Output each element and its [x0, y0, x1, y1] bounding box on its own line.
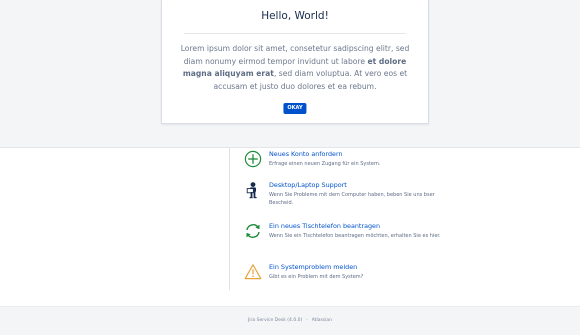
footer-separator: ·: [306, 318, 308, 323]
request-type-description: Wenn Sie ein Tischtelefon beantragen möc…: [269, 233, 441, 239]
request-type-desk-phone[interactable]: Ein neues Tischtelefon beantragen Wenn S…: [244, 222, 454, 250]
dialog-title: Hello, World!: [261, 10, 329, 22]
column-divider: [229, 148, 230, 290]
refresh-arrows-icon: [244, 222, 262, 240]
dialog-divider: [184, 33, 406, 34]
person-computer-icon: [244, 181, 262, 199]
request-type-title[interactable]: Desktop/Laptop Support: [269, 181, 347, 189]
okay-button[interactable]: OKAY: [283, 103, 307, 114]
dialog-body: Lorem ipsum dolor sit amet, consetetur s…: [178, 43, 412, 93]
request-type-new-account[interactable]: Neues Konto anfordern Erfrage einen neue…: [244, 150, 454, 170]
request-type-system-problem[interactable]: Ein Systemproblem melden Gibt es ein Pro…: [244, 263, 454, 285]
request-type-title[interactable]: Ein neues Tischtelefon beantragen: [269, 222, 380, 230]
request-type-title[interactable]: Neues Konto anfordern: [269, 150, 343, 158]
request-type-description: Erfrage einen neuen Zugang für ein Syste…: [269, 161, 381, 167]
plus-circle-icon: [244, 150, 262, 168]
request-type-description: Gibt es ein Problem mit dem System?: [269, 274, 364, 280]
warning-triangle-icon: [244, 263, 262, 281]
request-type-title[interactable]: Ein Systemproblem melden: [269, 263, 357, 271]
footer: Jira Service Desk (4.0.0) · Atlassian: [0, 306, 580, 331]
request-type-desktop-support[interactable]: Desktop/Laptop Support Wenn Sie Probleme…: [244, 181, 454, 209]
footer-product-link[interactable]: Jira Service Desk (4.0.0): [248, 318, 302, 323]
request-type-description: Wenn Sie Probleme mit dem Computer haben…: [269, 192, 435, 206]
footer-vendor-link[interactable]: Atlassian: [312, 318, 332, 323]
